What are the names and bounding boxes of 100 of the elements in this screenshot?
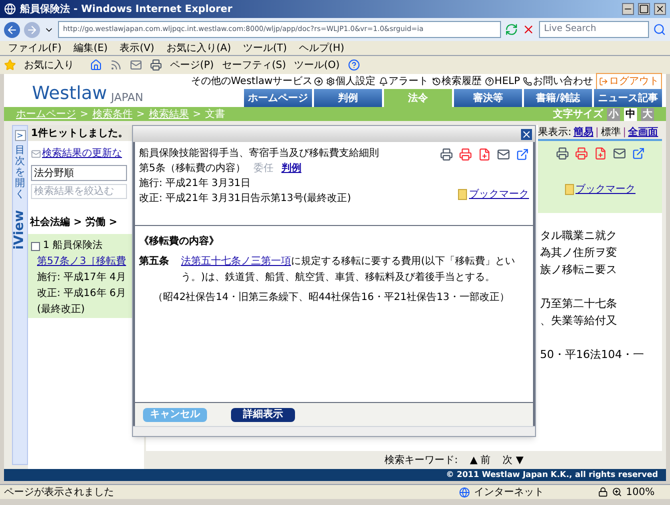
view-option[interactable]: 簡易	[573, 124, 594, 140]
stop-icon[interactable]	[522, 23, 535, 36]
result-detail: 施行: 平成17年 4月	[36, 270, 127, 285]
zone-label: インターネット	[474, 486, 545, 500]
article-heading: 第5条（移転費の内容）	[139, 162, 246, 176]
article-paragraph: 法第五十七条ノ三第一項に規定する移転に要する費用(以下「移転費」という。)は、鉄道賃、船賃、航空賃、車賃、移転料及び着後手当とする。	[181, 254, 516, 285]
maximize-button[interactable]	[638, 3, 650, 15]
logout-icon[interactable]	[599, 76, 608, 86]
expand-button[interactable]: >	[14, 130, 26, 141]
search-field[interactable]: Live Search	[539, 21, 649, 38]
result-title: 船員保険法	[52, 238, 102, 253]
bookmark-link[interactable]: ブックマーク	[576, 182, 636, 197]
section-heading: 《移転費の内容》	[139, 234, 220, 249]
print-icon[interactable]	[150, 59, 162, 71]
update-link[interactable]: 検索結果の更新な	[42, 146, 122, 161]
mail-icon[interactable]	[612, 147, 626, 160]
law-link[interactable]: 法第五十七条ノ三第一項	[181, 256, 291, 267]
mail-icon[interactable]	[130, 59, 142, 71]
mail-icon[interactable]	[497, 148, 510, 161]
top-link[interactable]: 個人設定	[336, 74, 376, 88]
feed-icon[interactable]	[110, 59, 122, 71]
alert-icon[interactable]	[378, 76, 388, 86]
logo-text: Westlaw	[32, 85, 108, 103]
refresh-icon[interactable]	[505, 23, 518, 36]
nav-tab[interactable]: ホームページ	[244, 89, 312, 107]
toolbar-menu[interactable]: ツール(O)	[294, 58, 340, 72]
envelope-icon	[31, 148, 41, 158]
sort-select[interactable]: 法分野順	[31, 165, 127, 181]
history-icon[interactable]	[432, 76, 441, 86]
search-icon[interactable]	[653, 23, 666, 36]
result-view-label: 果表示:	[538, 126, 572, 140]
nav-tab[interactable]: ニュース記事	[594, 89, 662, 107]
top-link[interactable]: その他のWestlawサービス	[190, 74, 313, 88]
protected-mode-icon	[598, 487, 608, 497]
toolbar-menu[interactable]: セーフティ(S)	[222, 58, 286, 72]
popout-icon[interactable]	[516, 148, 529, 161]
logo-subtext: JAPAN	[111, 92, 144, 103]
browser-icon	[4, 3, 16, 15]
document-text: 為其ノ住所ヲ変	[540, 245, 618, 261]
amendment-history: （昭42社保告14・旧第三条繰下、昭44社保告16・平21社保告13・一部改正）	[152, 290, 510, 305]
top-link[interactable]: お問い合わせ	[533, 74, 593, 88]
iview-label: iView	[11, 210, 28, 250]
previous-link[interactable]: ▲ 前	[470, 452, 491, 468]
favorites-button[interactable]: お気に入り	[24, 58, 74, 72]
add-file-icon[interactable]	[478, 148, 491, 161]
menu-item[interactable]: 表示(V)	[120, 40, 154, 56]
top-link[interactable]: 検索履歴	[442, 74, 482, 88]
zoom-icon[interactable]	[612, 487, 622, 497]
related-link[interactable]: 判例	[281, 161, 302, 176]
document-text: 族ノ移転ニ要ス	[540, 262, 618, 278]
menu-item[interactable]: ファイル(F)	[8, 40, 62, 56]
help-icon[interactable]	[484, 76, 494, 86]
document-text: 、失業等給付又	[540, 313, 618, 329]
breadcrumb-separator: >	[136, 108, 145, 122]
document-text: 乃至第二十七条	[540, 296, 618, 312]
status-message: ページが表示されました	[4, 486, 115, 500]
dialog-title: 船員保険技能習得手当、寄宿手当及び移転費支給細則	[139, 146, 380, 161]
menu-item[interactable]: 編集(E)	[74, 40, 108, 56]
view-option[interactable]: 標準	[600, 124, 621, 140]
printer-icon[interactable]	[459, 148, 472, 161]
home-icon[interactable]	[90, 59, 102, 71]
open-toc-link[interactable]: 目次を開く	[15, 145, 25, 200]
print-icon[interactable]	[556, 147, 568, 160]
nav-tab[interactable]: 審決等	[454, 89, 522, 107]
printer-icon[interactable]	[574, 147, 588, 160]
result-detail: 改正: 平成16年 6月	[36, 286, 127, 301]
font-size-option[interactable]: 中	[624, 108, 637, 120]
close-icon[interactable]	[521, 128, 532, 140]
globe-icon	[459, 486, 470, 498]
menu-item[interactable]: ヘルプ(H)	[298, 40, 344, 56]
next-link[interactable]: 次 ▼	[502, 452, 524, 468]
amended-date: 改正: 平成21年 3月31日告示第13号(最終改正)	[139, 192, 352, 206]
view-separator: |	[622, 126, 626, 140]
toolbar-menu[interactable]: ページ(P)	[170, 58, 214, 72]
nav-tab[interactable]: 判例	[314, 89, 382, 107]
zoom-level[interactable]: 100%	[626, 484, 666, 500]
view-option[interactable]: 全画面	[628, 124, 658, 140]
popout-icon[interactable]	[632, 147, 644, 160]
top-link[interactable]: アラート	[388, 74, 429, 88]
top-link[interactable]: HELP	[494, 74, 520, 88]
close-button[interactable]	[654, 3, 666, 15]
related-link: 委任	[253, 162, 274, 176]
minimize-button[interactable]	[622, 3, 634, 15]
menu-item[interactable]: お気に入り(A)	[166, 40, 231, 56]
result-checkbox[interactable]	[31, 242, 40, 250]
detail-view-button[interactable]: 詳細表示	[231, 408, 295, 422]
bookmark-icon	[564, 184, 574, 195]
settings-icon[interactable]	[326, 76, 335, 86]
contact-icon[interactable]	[523, 76, 532, 86]
enforced-date: 施行: 平成21年 3月31日	[139, 176, 252, 191]
bookmark-link[interactable]: ブックマーク	[469, 187, 529, 202]
back-button[interactable]	[4, 22, 20, 38]
category-path: 社会法編 > 労働 >	[28, 216, 118, 230]
print-icon[interactable]	[440, 148, 453, 161]
nav-tab[interactable]: 書籍/雑誌	[524, 89, 592, 107]
bookmark-icon	[458, 189, 467, 200]
favorites-star-icon[interactable]	[4, 59, 16, 71]
menu-item[interactable]: ツール(T)	[243, 40, 287, 56]
add-file-icon[interactable]	[594, 147, 606, 160]
breadcrumb-separator: >	[192, 108, 202, 122]
